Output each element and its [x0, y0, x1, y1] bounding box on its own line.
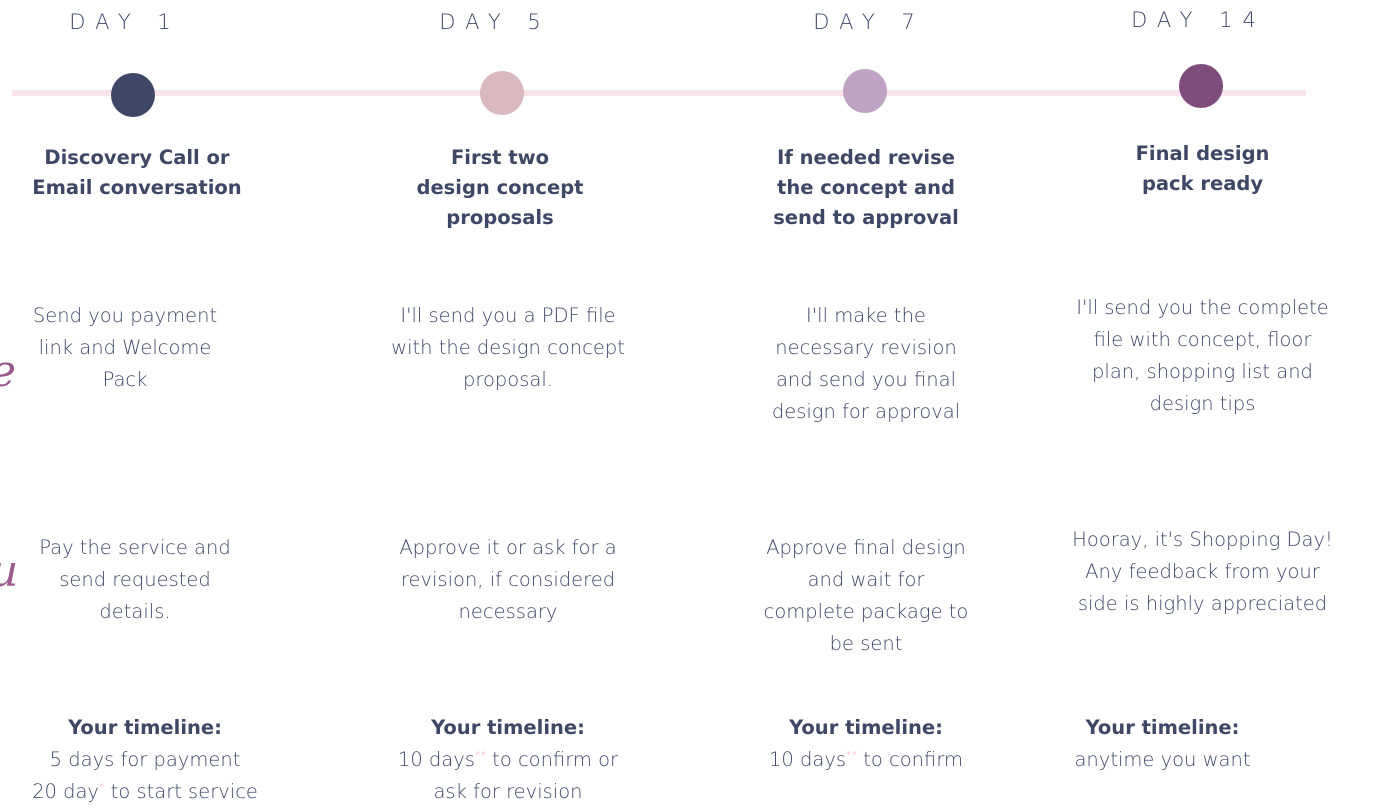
your-timeline-heading: Your timeline:	[789, 716, 943, 739]
designer-action-line: plan, shopping list and	[1092, 360, 1313, 383]
step-day-5: DAY 5 First two design concept proposals…	[362, 0, 638, 803]
timeline-line-text: ask for revision	[433, 780, 583, 803]
day-label: DAY 7	[813, 10, 925, 34]
client-action: Hooray, it's Shopping Day! Any feedback …	[1040, 524, 1365, 620]
designer-action-line: proposal.	[463, 368, 553, 391]
client-action-line: details.	[99, 600, 171, 623]
client-action: Approve it or ask for a revision, if con…	[370, 532, 646, 628]
designer-action-line: I'll send you a PDF file	[400, 304, 616, 327]
step-title: Final design pack ready	[1040, 139, 1365, 199]
step-title-line: Email conversation	[32, 176, 242, 199]
step-title-line: If needed revise	[777, 146, 955, 169]
designer-action: I'll make the necessary revision and sen…	[728, 300, 1004, 428]
client-action-line: Hooray, it's Shopping Day!	[1072, 528, 1333, 551]
day-label: DAY 14	[1131, 8, 1266, 32]
timeline-dot	[111, 73, 155, 117]
asterisk-mark: **	[474, 748, 486, 762]
designer-action-line: file with concept, floor	[1093, 328, 1312, 351]
designer-action-line: I'll send you the complete	[1076, 296, 1329, 319]
step-title-line: design concept	[416, 176, 584, 199]
your-timeline-heading: Your timeline:	[431, 716, 585, 739]
client-action: Approve final design and wait for comple…	[728, 532, 1004, 660]
step-day-7: DAY 7 If needed revise the concept and s…	[728, 0, 1004, 802]
your-timeline: Your timeline: 10 days** to confirm or a…	[370, 712, 646, 808]
step-day-14: DAY 14 Final design pack ready I'll send…	[1040, 0, 1365, 802]
designer-action-line: link and Welcome	[38, 336, 212, 359]
client-action-line: Approve final design	[766, 536, 966, 559]
timeline-dot	[843, 69, 887, 113]
step-title: Discovery Call or Email conversation	[12, 143, 262, 203]
designer-action-line: and send you final	[775, 368, 956, 391]
designer-action-line: design for approval	[771, 400, 961, 423]
designer-action-line: Send you payment	[32, 304, 218, 327]
client-action: Pay the service and send requested detai…	[10, 532, 260, 628]
client-action-line: Any feedback from your	[1085, 560, 1320, 583]
timeline-dot	[480, 71, 524, 115]
day-label: DAY 1	[69, 10, 181, 34]
step-title-line: Discovery Call or	[44, 146, 230, 169]
step-day-1: DAY 1 Discovery Call or Email conversati…	[10, 0, 262, 803]
designer-action-line: with the design concept	[391, 336, 625, 359]
timeline-line-text: 10 days** to confirm or	[397, 748, 619, 771]
designer-action: I'll send you the complete file with con…	[1040, 292, 1365, 420]
asterisk-mark: **	[846, 748, 858, 762]
your-timeline: Your timeline: anytime you want	[1000, 712, 1325, 776]
your-timeline: Your timeline: 5 days for payment 20 day…	[20, 712, 270, 808]
timeline-dot	[1179, 64, 1223, 108]
step-title-line: pack ready	[1141, 172, 1264, 195]
your-timeline-heading: Your timeline:	[1085, 716, 1240, 739]
step-title: First two design concept proposals	[362, 143, 638, 233]
client-action-line: side is highly appreciated	[1077, 592, 1328, 615]
your-timeline: Your timeline: 10 days** to confirm	[728, 712, 1004, 776]
day-label: DAY 5	[439, 10, 551, 34]
client-action-line: complete package to	[763, 600, 969, 623]
step-title-line: the concept and	[777, 176, 955, 199]
step-title: If needed revise the concept and send to…	[728, 143, 1004, 233]
timeline-line-text: 5 days for payment	[49, 748, 241, 771]
timeline-line-text: 10 days** to confirm	[769, 748, 963, 771]
step-title-line: Final design	[1135, 142, 1270, 165]
designer-action-line: Pack	[102, 368, 148, 391]
client-action-line: send requested	[59, 568, 211, 591]
client-action-line: revision, if considered	[400, 568, 616, 591]
client-action-line: be sent	[829, 632, 903, 655]
client-action-line: and wait for	[807, 568, 925, 591]
designer-action-line: necessary revision	[775, 336, 957, 359]
designer-action-line: design tips	[1149, 392, 1256, 415]
timeline-line-text: 20 day* to start service	[32, 780, 258, 803]
client-action-line: Approve it or ask for a	[399, 536, 617, 559]
designer-action: Send you payment link and Welcome Pack	[0, 300, 250, 396]
client-action-line: Pay the service and	[39, 536, 231, 559]
your-timeline-heading: Your timeline:	[68, 716, 222, 739]
designer-action-line: I'll make the	[806, 304, 926, 327]
timeline-line-text: anytime you want	[1074, 748, 1251, 771]
step-title-line: proposals	[446, 206, 554, 229]
client-action-line: necessary	[458, 600, 558, 623]
step-title-line: First two	[450, 146, 550, 169]
step-title-line: send to approval	[773, 206, 959, 229]
designer-action: I'll send you a PDF file with the design…	[370, 300, 646, 396]
